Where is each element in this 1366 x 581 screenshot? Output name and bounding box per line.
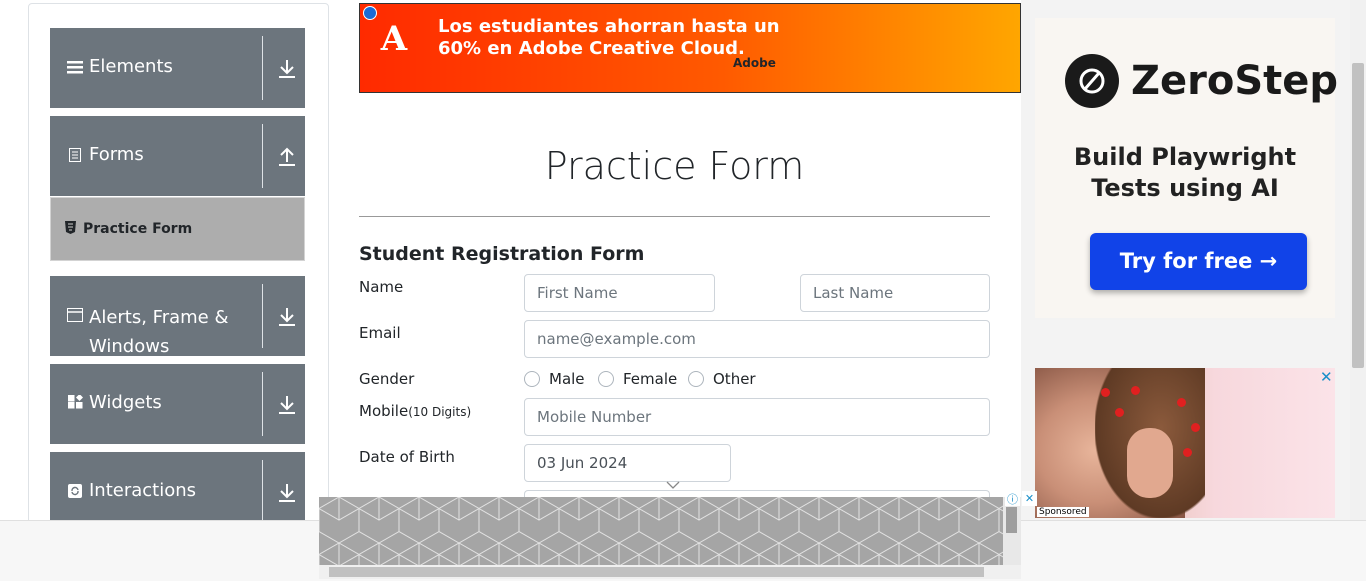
- mobile-hint: (10 Digits): [408, 405, 472, 419]
- radio-circle[interactable]: [598, 371, 614, 387]
- ad-photo-mark: [1115, 408, 1124, 417]
- ad-horizontal-scrollbar[interactable]: [319, 565, 1021, 579]
- sidebar-group-label: Widgets: [89, 392, 162, 413]
- email-label: Email: [359, 324, 401, 342]
- bottom-banner-ad[interactable]: [319, 497, 1021, 565]
- sidebar-item-practice-form[interactable]: Practice Form: [50, 197, 305, 261]
- html5-icon: [65, 221, 76, 237]
- widgets-icon: [67, 395, 83, 411]
- date-of-birth-input[interactable]: 03 Jun 2024: [524, 444, 731, 482]
- sidebar-item-label: Practice Form: [83, 221, 193, 237]
- gender-radio-male[interactable]: Male: [524, 370, 585, 388]
- sponsored-image-ad[interactable]: Sponsored: [1035, 368, 1335, 518]
- gender-label: Gender: [359, 370, 415, 388]
- ad-photo-mark: [1177, 398, 1186, 407]
- sidebar-group-label: Interactions: [89, 480, 197, 501]
- ad-headline: Build Playwright Tests using AI: [1073, 143, 1297, 202]
- dob-label: Date of Birth: [359, 448, 455, 466]
- sidebar-group-label-line2: Windows: [89, 336, 170, 357]
- ad-photo-mark: [1191, 423, 1200, 432]
- zerostep-brand: ZeroStep: [1131, 58, 1339, 104]
- download-arrow-icon: [279, 396, 295, 414]
- divider: [262, 124, 263, 188]
- ad-info-icon[interactable]: ⓘ: [1005, 491, 1020, 506]
- radio-circle[interactable]: [524, 371, 540, 387]
- zerostep-ad[interactable]: ZeroStep Build Playwright Tests using AI…: [1035, 18, 1338, 318]
- ad-photo-mark: [1183, 448, 1192, 457]
- sidebar-group-alerts[interactable]: Alerts, Frame & Windows: [50, 276, 305, 357]
- sidebar-group-forms[interactable]: Forms: [50, 116, 305, 196]
- first-name-input[interactable]: First Name: [524, 274, 715, 312]
- divider: [262, 36, 263, 100]
- mobile-label-text: Mobile: [359, 402, 409, 420]
- banner-ad-text: Los estudiantes ahorran hasta un 60% en …: [438, 16, 780, 59]
- ad-photo-hand: [1127, 428, 1173, 498]
- sidebar: Elements Forms Practice Form Alerts, Fra…: [28, 3, 329, 543]
- close-ad-icon[interactable]: ✕: [1022, 491, 1037, 506]
- window-icon: [67, 307, 83, 323]
- email-input[interactable]: name@example.com: [524, 320, 990, 358]
- hamburger-icon: [67, 59, 83, 75]
- document-icon: [67, 147, 83, 163]
- page-title: Practice Form: [544, 144, 805, 188]
- sidebar-group-label: Forms: [89, 144, 144, 165]
- ad-choices-icon[interactable]: [363, 6, 377, 20]
- radio-label: Male: [549, 370, 585, 388]
- right-ad-column: ZeroStep Build Playwright Tests using AI…: [1021, 0, 1351, 520]
- page: Elements Forms Practice Form Alerts, Fra…: [0, 0, 1366, 581]
- sidebar-group-label: Elements: [89, 56, 173, 77]
- sidebar-group-widgets[interactable]: Widgets: [50, 364, 305, 444]
- zerostep-logo: ZeroStep: [1065, 54, 1338, 108]
- ad-photo-mark: [1101, 388, 1110, 397]
- radio-label: Other: [713, 370, 756, 388]
- gender-radio-other[interactable]: Other: [688, 370, 756, 388]
- divider: [262, 460, 263, 524]
- last-name-input[interactable]: Last Name: [800, 274, 990, 312]
- close-ad-icon[interactable]: ✕: [1320, 368, 1333, 386]
- gender-radio-female[interactable]: Female: [598, 370, 677, 388]
- sidebar-group-label: Alerts, Frame &: [89, 307, 229, 328]
- name-label: Name: [359, 278, 404, 296]
- sponsored-label: Sponsored: [1037, 507, 1089, 517]
- radio-circle[interactable]: [688, 371, 704, 387]
- upload-arrow-icon: [279, 147, 295, 166]
- form-title: Student Registration Form: [359, 243, 645, 265]
- scrollbar-thumb[interactable]: [1352, 63, 1364, 368]
- ad-photo-mark: [1131, 386, 1140, 395]
- ad-scrollbar[interactable]: [1003, 497, 1021, 565]
- ad-controls: ⓘ ✕: [1005, 491, 1037, 506]
- download-arrow-icon: [279, 60, 295, 78]
- download-arrow-icon: [279, 484, 295, 502]
- adobe-logo: A Adobe: [380, 19, 776, 70]
- hex-pattern: [319, 497, 1021, 565]
- refresh-icon: [67, 483, 83, 499]
- adobe-banner-ad[interactable]: A Adobe Los estudiantes ahorran hasta un…: [359, 3, 1021, 93]
- download-arrow-icon: [279, 308, 295, 326]
- radio-label: Female: [623, 370, 678, 388]
- mobile-label: Mobile(10 Digits): [359, 402, 471, 420]
- try-for-free-button[interactable]: Try for free →: [1090, 233, 1307, 290]
- divider: [262, 372, 263, 436]
- zerostep-mark-icon: [1065, 54, 1119, 108]
- page-scrollbar[interactable]: [1350, 0, 1366, 520]
- mobile-input[interactable]: Mobile Number: [524, 398, 990, 436]
- divider: [262, 284, 263, 348]
- divider: [359, 216, 990, 217]
- sidebar-group-elements[interactable]: Elements: [50, 28, 305, 108]
